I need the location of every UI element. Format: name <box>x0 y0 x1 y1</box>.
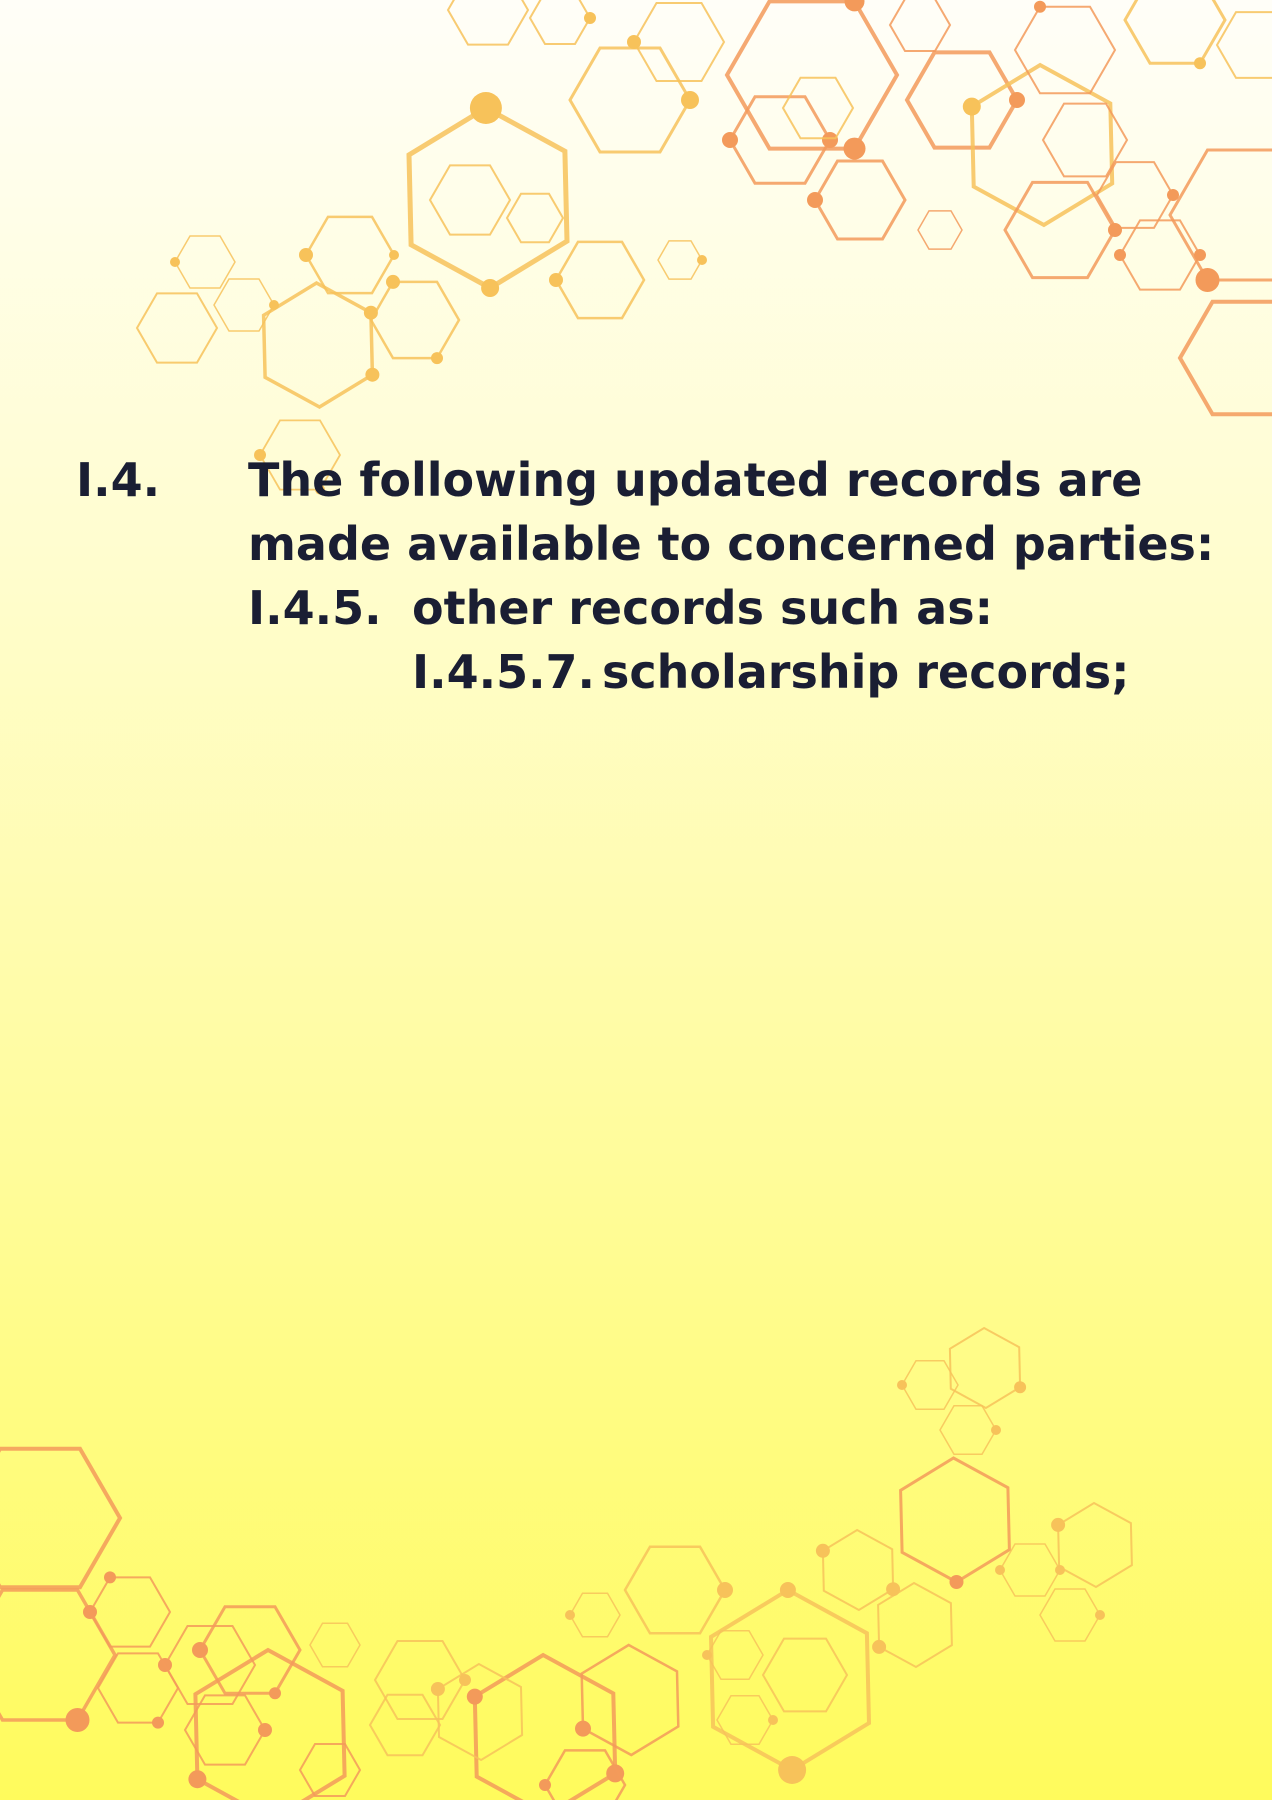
document-body: I.4. The following updated records are m… <box>0 0 1272 1800</box>
item-text: scholarship records; <box>602 645 1130 699</box>
section-number: I.4. <box>76 453 161 507</box>
subsection-text: other records such as: <box>412 581 993 635</box>
section-text-line-2: made available to concerned parties: <box>248 517 1215 571</box>
subsection-number: I.4.5. <box>248 581 382 635</box>
section-text-line-1: The following updated records are <box>248 453 1143 507</box>
item-number: I.4.5.7. <box>412 645 596 699</box>
